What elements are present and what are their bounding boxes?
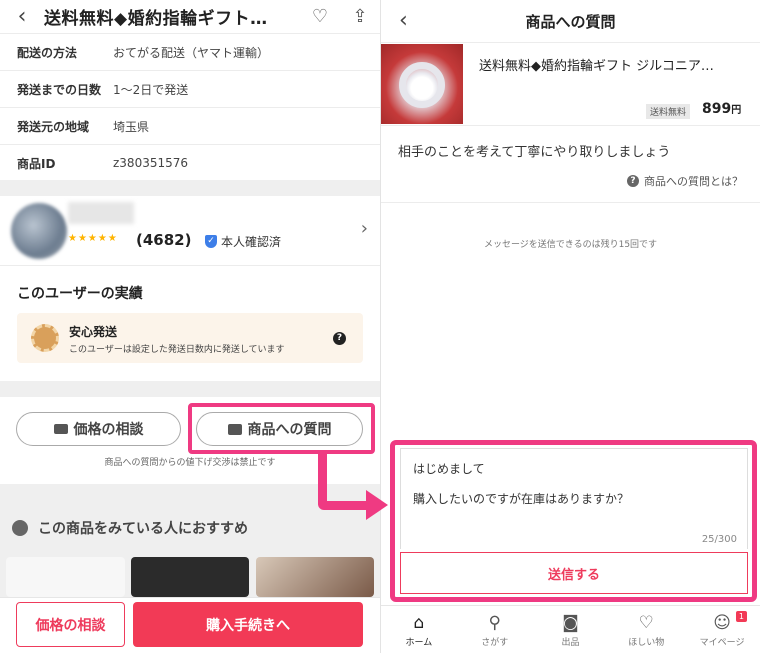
free-shipping-badge: 送料無料	[646, 104, 691, 119]
info-key: 発送までの日数	[17, 82, 102, 97]
info-row-ship-days: 発送までの日数 1〜2日で発送	[0, 71, 380, 108]
home-icon: ⌂	[413, 613, 425, 633]
chevron-left-icon[interactable]: ‹	[0, 4, 44, 29]
etiquette-guide: 相手のことを考えて丁寧にやり取りしましょう	[398, 145, 671, 160]
send-button[interactable]: 送信する	[400, 552, 748, 594]
recommend-title: この商品をみている人におすすめ	[12, 518, 248, 538]
avatar	[11, 203, 67, 259]
bottom-tab-bar: ⌂ ホーム ⚲ さがす ◙ 出品 ♡ ほしい物 ☺ マイページ 1	[381, 605, 760, 653]
recommend-label: この商品をみている人におすすめ	[38, 521, 248, 537]
performance-sub: このユーザーは設定した発送日数内に発送しています	[69, 345, 285, 355]
price-unit: 円	[731, 105, 742, 116]
ring-image	[399, 62, 445, 108]
performance-main: 安心発送	[69, 325, 118, 339]
product-price: 899円	[702, 101, 741, 117]
search-icon: ⚲	[488, 613, 501, 633]
divider	[381, 202, 760, 203]
message-line-1: はじめまして	[413, 462, 485, 476]
tab-home[interactable]: ⌂ ホーム	[381, 606, 457, 653]
what-is-question-label: 商品への質問とは？	[644, 175, 743, 188]
tab-mypage[interactable]: ☺ マイページ 1	[684, 606, 760, 653]
info-key: 配送の方法	[17, 45, 78, 60]
section-divider	[0, 381, 380, 397]
price-negotiation-bottom-button[interactable]: 価格の相談	[16, 602, 125, 647]
info-value: 埼玉県	[113, 119, 150, 134]
message-input[interactable]: はじめまして 購入したいのですが在庫はありますか？ 25/300	[400, 448, 748, 549]
what-is-question-link[interactable]: ? 商品への質問とは？	[627, 173, 743, 189]
tab-label: さがす	[481, 638, 509, 648]
info-value: z380351576	[113, 156, 189, 170]
chevron-right-icon: ›	[360, 218, 368, 239]
annotation-arrow-shaft	[318, 501, 368, 510]
verified-label: 本人確認済	[221, 235, 282, 249]
help-icon: ?	[627, 175, 639, 187]
tab-label: ホーム	[405, 638, 433, 648]
buy-button[interactable]: 購入手続きへ	[133, 602, 363, 647]
question-header: ‹ 商品への質問	[381, 0, 760, 43]
rating-count: (4682)	[136, 231, 192, 249]
heart-icon[interactable]: ♡	[300, 6, 340, 27]
recommend-thumb[interactable]	[131, 557, 249, 597]
seller-card[interactable]: ★★★★★ (4682) ✓ 本人確認済 ›	[0, 196, 380, 266]
info-row-origin: 発送元の地域 埼玉県	[0, 108, 380, 145]
heart-icon: ♡	[638, 613, 654, 633]
compose-box: はじめまして 購入したいのですが在庫はありますか？ 25/300 送信する	[390, 440, 757, 602]
chevron-left-icon[interactable]: ‹	[399, 8, 408, 33]
remaining-messages: メッセージを送信できるのは残り15回です	[483, 240, 658, 250]
user-icon: ☺	[713, 613, 731, 633]
help-icon[interactable]: ?	[333, 332, 346, 345]
divider	[381, 125, 760, 126]
performance-box: 安心発送 このユーザーは設定した発送日数内に発送しています ?	[17, 313, 363, 363]
price-negotiation-button[interactable]: 価格の相談	[16, 412, 181, 446]
info-row-shipping-method: 配送の方法 おてがる配送（ヤマト運輸）	[0, 34, 380, 71]
price-negotiation-label: 価格の相談	[73, 422, 144, 438]
compass-icon	[12, 520, 28, 536]
shield-check-icon: ✓	[205, 235, 217, 248]
section-divider	[0, 180, 380, 196]
price-tag-icon	[53, 424, 68, 434]
medal-icon	[31, 324, 59, 352]
item-title: 送料無料◆婚約指輪ギフト…	[44, 9, 268, 29]
annotation-arrow-head	[366, 490, 388, 520]
notification-badge: 1	[735, 611, 747, 622]
price-value: 899	[702, 101, 732, 117]
info-value: 1〜2日で発送	[113, 82, 189, 97]
item-header: ‹ 送料無料◆婚約指輪ギフト… ♡ ⇪	[0, 0, 380, 34]
message-line-2: 購入したいのですが在庫はありますか？	[413, 492, 630, 506]
rating-stars: ★★★★★	[68, 233, 118, 244]
seller-name-blurred	[68, 202, 134, 224]
question-panel: ‹ 商品への質問 送料無料◆婚約指輪ギフト ジルコニア… 送料無料 899円 相…	[381, 0, 760, 653]
product-title: 送料無料◆婚約指輪ギフト ジルコニア…	[479, 59, 714, 74]
tab-wishlist[interactable]: ♡ ほしい物	[608, 606, 684, 653]
page-title: 商品への質問	[525, 12, 616, 31]
highlight-frame	[188, 403, 375, 454]
tab-sell[interactable]: ◙ 出品	[533, 606, 609, 653]
tab-label: 出品	[561, 638, 580, 648]
tab-search[interactable]: ⚲ さがす	[457, 606, 533, 653]
performance-title: このユーザーの実績	[17, 286, 143, 302]
item-detail-panel: ‹ 送料無料◆婚約指輪ギフト… ♡ ⇪ 配送の方法 おてがる配送（ヤマト運輸） …	[0, 0, 380, 653]
tab-label: ほしい物	[628, 638, 665, 648]
purchase-bar: 価格の相談 購入手続きへ	[0, 597, 380, 653]
info-row-item-id: 商品ID z380351576	[0, 145, 380, 182]
product-image	[381, 44, 463, 124]
char-counter: 25/300	[701, 534, 737, 545]
info-key: 発送元の地域	[17, 119, 90, 134]
recommend-thumb[interactable]	[6, 557, 125, 597]
camera-icon: ◙	[562, 613, 579, 633]
recommend-thumb[interactable]	[256, 557, 374, 597]
tab-label: マイページ	[699, 638, 745, 648]
share-icon[interactable]: ⇪	[340, 6, 380, 27]
info-key: 商品ID	[17, 156, 56, 171]
verified-badge: ✓ 本人確認済	[205, 233, 281, 250]
info-value: おてがる配送（ヤマト運輸）	[113, 45, 270, 60]
